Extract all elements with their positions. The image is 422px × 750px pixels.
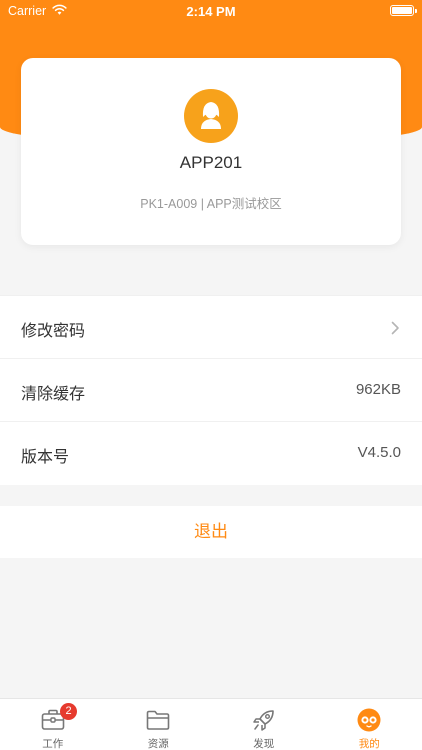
- chevron-right-icon: [391, 321, 399, 335]
- user-avatar-icon: [201, 102, 221, 129]
- status-bar: Carrier 2:14 PM: [0, 0, 422, 24]
- logout-button[interactable]: 退出: [0, 506, 422, 558]
- cache-size-value: 962KB: [355, 381, 401, 398]
- clear-cache-row[interactable]: 清除缓存 962KB: [0, 359, 422, 422]
- username: APP201: [179, 153, 243, 172]
- settings-menu: 修改密码 清除缓存 962KB 版本号 V4.5.0: [0, 295, 422, 485]
- tab-label: 工作: [42, 738, 64, 750]
- folder-icon: [146, 710, 170, 730]
- tab-work[interactable]: 2 工作: [0, 699, 106, 750]
- tab-label: 发现: [253, 738, 275, 750]
- tab-mine[interactable]: 我的: [317, 699, 422, 750]
- version-value: V4.5.0: [357, 444, 401, 461]
- version-row: 版本号 V4.5.0: [0, 422, 422, 485]
- school-info: PK1-A009 | APP测试校区: [140, 197, 282, 211]
- avatar[interactable]: [184, 89, 238, 143]
- menu-item-label: 清除缓存: [21, 386, 86, 403]
- tab-discover[interactable]: 发现: [211, 699, 317, 750]
- tab-label: 资源: [147, 738, 169, 750]
- tab-label: 我的: [358, 738, 380, 750]
- tab-bar: 2 工作 资源 发现 我的: [0, 698, 422, 750]
- notification-badge: 2: [60, 703, 77, 720]
- owl-face-icon: [357, 708, 381, 732]
- change-password-row[interactable]: 修改密码: [0, 296, 422, 359]
- tab-resources[interactable]: 资源: [106, 699, 212, 750]
- menu-item-label: 修改密码: [21, 323, 86, 340]
- status-time: 2:14 PM: [186, 4, 236, 19]
- battery-icon: [390, 5, 417, 16]
- profile-card[interactable]: APP201 PK1-A009 | APP测试校区: [21, 58, 401, 245]
- rocket-icon: [253, 710, 274, 731]
- menu-item-label: 版本号: [21, 449, 70, 466]
